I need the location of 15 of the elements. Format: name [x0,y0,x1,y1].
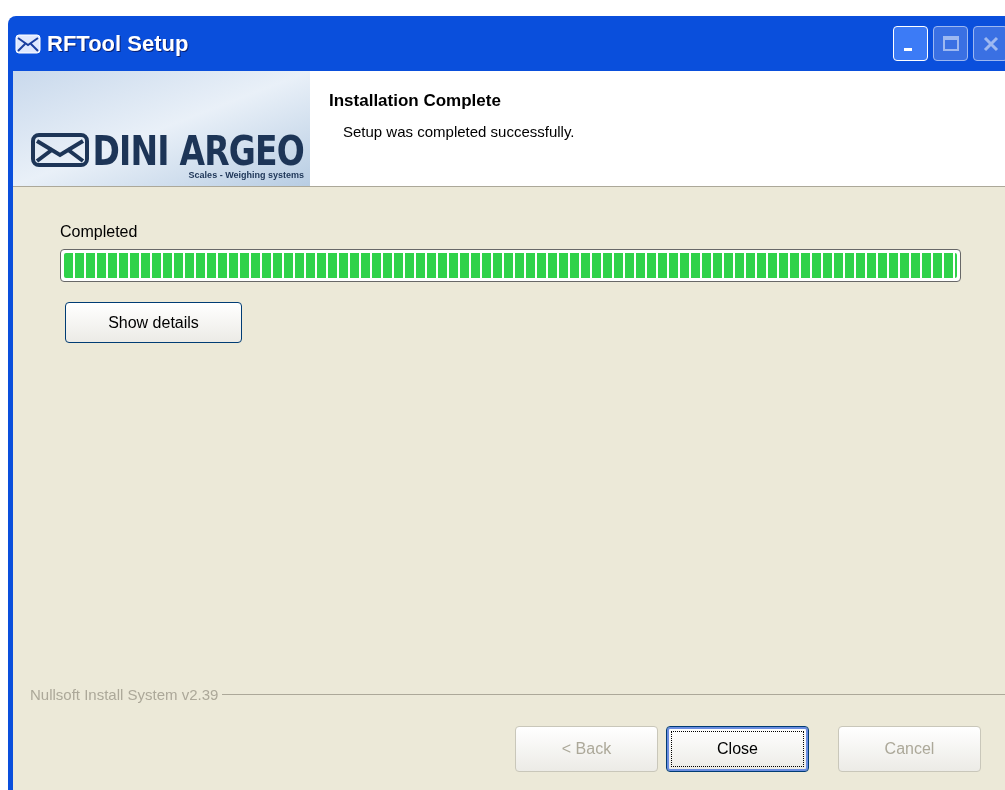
close-icon [981,34,1000,53]
logo-brand: DINI ARGEO [92,129,304,171]
logo-icon [30,133,89,167]
window-title: RFTool Setup [47,30,189,58]
progress-label: Completed [60,222,139,242]
logo-tagline: Scales - Weighing systems [188,171,304,180]
page-subtitle: Setup was completed successfully. [343,121,575,142]
show-details-button[interactable]: Show details [65,302,242,343]
app-icon [15,32,41,55]
page-title: Installation Complete [329,90,502,112]
minimize-icon [903,48,912,51]
minimize-button[interactable] [893,26,928,61]
dialog-button[interactable]: Close [666,726,809,772]
branding-text: Nullsoft Install System v2.39 [30,684,219,705]
maximize-icon [941,34,960,53]
